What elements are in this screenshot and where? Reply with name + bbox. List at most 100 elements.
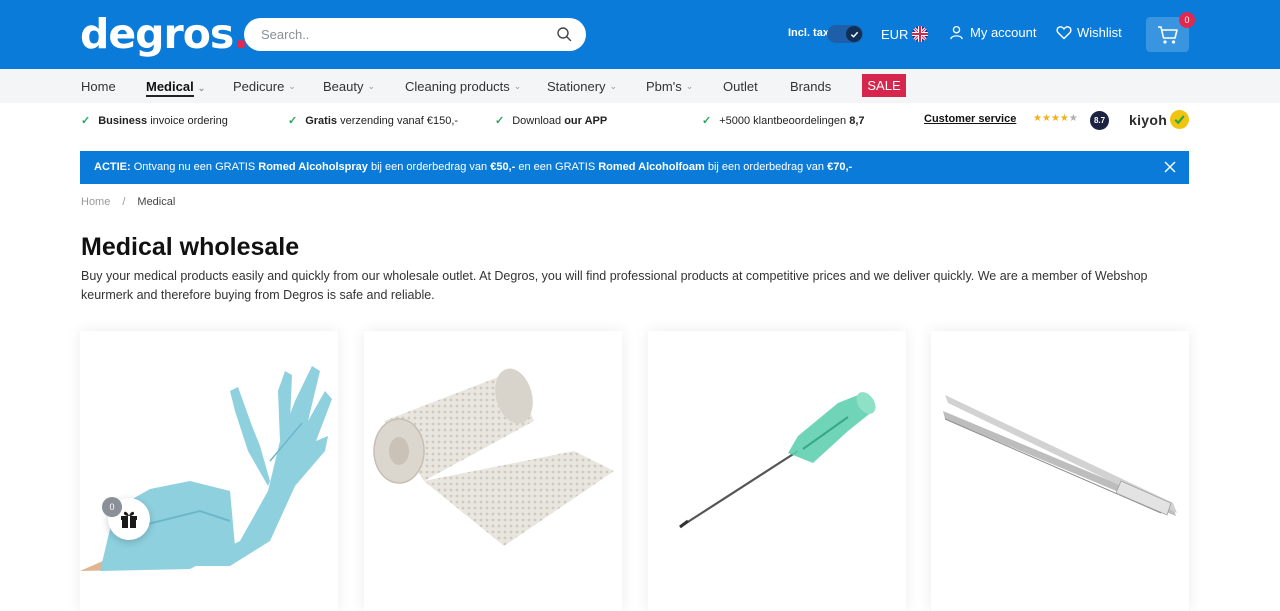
usp-pre: Download [512,114,565,127]
nav-label: Stationery [547,79,606,94]
nav-item-pedicure[interactable]: Pedicure ⌄ [233,79,296,94]
nav-item-beauty[interactable]: Beauty ⌄ [323,79,375,94]
promo-part: ACTIE: [94,161,131,173]
tax-toggle[interactable] [827,25,863,43]
kiyoh-logo[interactable]: kiyoh [1129,112,1167,128]
nav-item-brands[interactable]: Brands [790,79,831,94]
usp-free-shipping: ✓ Gratis verzending vanaf €150,- [288,114,458,128]
logo-text: degros [80,10,234,58]
promo-part: Romed Alcoholspray [258,161,368,173]
product-card[interactable] [931,331,1189,611]
usp-rest: invoice ordering [147,114,228,127]
nav-label: Beauty [323,79,364,94]
star-empty-icon: ★ [1068,113,1078,124]
chevron-down-icon: ⌄ [288,81,296,91]
nav-label: Brands [790,79,832,94]
search-bar [244,18,586,51]
page-intro: Buy your medical products easily and qui… [81,269,1148,302]
close-icon[interactable] [1163,160,1177,174]
nav-item-home[interactable]: Home [81,79,116,94]
currency-selector[interactable]: EUR [881,26,929,42]
search-icon[interactable] [556,26,572,42]
nav-item-pbms[interactable]: Pbm's ⌄ [646,79,693,94]
usp-pre: +5000 klantbeoordelingen [719,114,850,127]
nav-item-sale[interactable]: SALE [862,74,906,97]
kiyoh-check-icon [1170,110,1189,129]
star-filled-icon: ★ [1033,113,1042,124]
promo-part: €50,- [490,161,516,173]
nav-item-stationery[interactable]: Stationery ⌄ [547,79,617,94]
nav-label: Outlet [723,79,758,94]
review-score-badge: 8.7 [1090,111,1109,130]
nav-label: Home [81,79,116,94]
product-card[interactable] [648,331,906,611]
usp-bold: our APP [564,114,608,127]
usp-text: +5000 klantbeoordelingen 8,7 [719,115,864,127]
promo-text: ACTIE: Ontvang nu een GRATIS Romed Alcoh… [94,161,852,173]
star-filled-icon: ★ [1059,113,1069,124]
nav-item-medical[interactable]: Medical ⌄ [146,79,205,97]
promo-part: bij een orderbedrag van [704,161,828,173]
product-card[interactable] [80,331,338,611]
chevron-down-icon: ⌄ [685,81,694,91]
bandage-image [373,368,614,546]
needle-image [679,392,876,529]
promo-part: bij een orderbedrag van [367,161,491,173]
check-icon: ✓ [81,115,91,127]
chevron-down-icon: ⌄ [367,81,376,91]
chevron-down-icon: ⌄ [609,81,618,91]
breadcrumb-separator: / [122,196,126,208]
glove-image [80,366,332,571]
top-header: degros. Incl. tax EUR My account [0,0,1280,69]
usp-bold: Gratis [305,114,338,127]
nav-label: Cleaning products [405,79,510,94]
usp-text: Gratis verzending vanaf €150,- [305,115,458,127]
gift-icon [121,511,137,528]
nav-label: Medical [146,79,194,97]
chevron-down-icon: ⌄ [197,82,206,93]
check-icon: ✓ [495,115,505,127]
heart-icon [1056,26,1072,40]
usp-download-app[interactable]: ✓ Download our APP [495,114,607,128]
usp-text: Download our APP [512,115,607,127]
product-card[interactable] [364,331,622,611]
nav-item-outlet[interactable]: Outlet [723,79,758,94]
promo-part: en een GRATIS [515,161,599,173]
usp-reviews: ✓ +5000 klantbeoordelingen 8,7 [702,114,865,128]
nav-label: Pbm's [646,79,682,94]
check-icon: ✓ [288,115,298,127]
nav-label: Pedicure [233,79,285,94]
page-title: Medical wholesale [81,233,300,261]
main-nav: Home Medical ⌄ Pedicure ⌄ Beauty ⌄ Cleaning… [0,69,1280,103]
promo-part: Ontvang nu een GRATIS [130,161,259,173]
wishlist-label: Wishlist [1077,25,1122,40]
cart-icon [1157,25,1178,44]
gift-count-badge: 0 [102,497,122,517]
my-account-link[interactable]: My account [949,25,1036,40]
currency-label: EUR [881,26,909,42]
breadcrumb: Home / Medical [81,196,175,208]
tweezers-image [943,395,1177,516]
star-filled-icon: ★ [1041,113,1051,124]
cart-count-badge: 0 [1179,12,1195,28]
chevron-down-icon: ⌄ [513,81,522,91]
wishlist-link[interactable]: Wishlist [1056,25,1122,40]
rating-stars: ★★★★★ [1033,113,1078,124]
logo[interactable]: degros. [80,10,249,58]
promo-part: Romed Alcoholfoam [598,161,705,173]
check-icon [850,31,858,38]
usp-bold: Business [98,114,148,127]
star-filled-icon: ★ [1050,113,1060,124]
uk-flag-icon [912,26,929,42]
user-icon [950,25,963,40]
search-input[interactable] [261,18,551,51]
usp-business-invoice: ✓ Business invoice ordering [81,114,228,128]
check-icon: ✓ [702,115,712,127]
tax-toggle-label: Incl. tax [788,27,829,39]
usp-bold: 8,7 [849,114,865,127]
customer-service-link[interactable]: Customer service [924,113,1016,125]
nav-item-cleaning-products[interactable]: Cleaning products ⌄ [405,79,521,94]
usp-rest: verzending vanaf €150,- [337,114,459,127]
promo-banner: ACTIE: Ontvang nu een GRATIS Romed Alcoh… [80,151,1189,184]
breadcrumb-home[interactable]: Home [81,196,110,208]
